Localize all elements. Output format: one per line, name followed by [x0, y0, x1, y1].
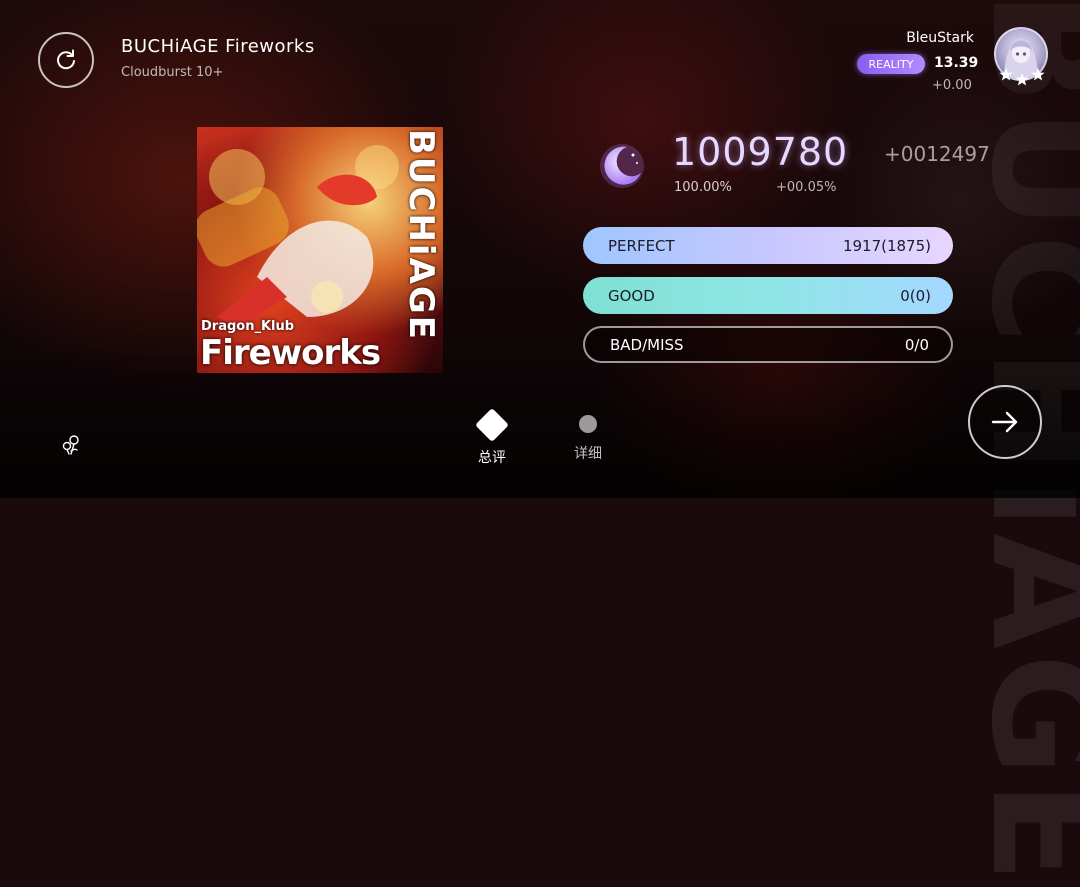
- player-name: BleuStark: [906, 30, 974, 46]
- bad-miss-row: BAD/MISS 0/0: [583, 326, 953, 363]
- cover-vertical-title: BUCHiAGE: [401, 129, 441, 342]
- song-title: BUCHiAGE Fireworks: [121, 36, 315, 57]
- good-label: GOOD: [608, 286, 655, 305]
- player-rks: 13.39: [934, 55, 979, 71]
- tab-summary-label: 总评: [478, 450, 506, 466]
- tab-detail-label: 详细: [574, 446, 602, 462]
- arrow-right-icon: [991, 411, 1018, 433]
- diamond-icon: [475, 408, 509, 442]
- cover-title: Fireworks: [200, 333, 381, 373]
- tab-detail[interactable]: 详细: [568, 405, 608, 463]
- perfect-count: 1917(1875): [842, 236, 931, 255]
- flower-icon[interactable]: [58, 432, 84, 458]
- star-icon: [999, 68, 1013, 81]
- star-icon: [1015, 73, 1029, 86]
- bad-miss-label: BAD/MISS: [610, 335, 684, 354]
- song-difficulty: Cloudburst 10+: [121, 65, 224, 80]
- score-delta: +0012497: [884, 142, 990, 166]
- star-icon: [1031, 68, 1045, 81]
- good-count: 0(0): [900, 286, 931, 305]
- retry-icon: [57, 49, 75, 70]
- tab-summary[interactable]: 总评: [472, 405, 512, 467]
- crescent-moon-icon: [600, 144, 644, 188]
- perfect-row: PERFECT 1917(1875): [583, 227, 953, 264]
- next-button[interactable]: [968, 385, 1042, 459]
- song-cover-art: BUCHiAGE Dragon_Klub Fireworks: [197, 127, 443, 373]
- player-rks-delta: +0.00: [932, 78, 972, 93]
- bad-miss-count: 0/0: [904, 335, 929, 354]
- perfect-label: PERFECT: [608, 236, 675, 255]
- retry-button[interactable]: [38, 32, 94, 88]
- good-row: GOOD 0(0): [583, 277, 953, 314]
- player-stars: [999, 68, 1045, 86]
- accuracy-value: 100.00%: [674, 180, 732, 195]
- dot-icon: [579, 415, 597, 433]
- accuracy-delta: +00.05%: [776, 180, 837, 195]
- cover-artist: Dragon_Klub: [201, 319, 295, 334]
- score-value: 1009780: [672, 130, 849, 174]
- rank-badge: REALITY: [857, 54, 925, 74]
